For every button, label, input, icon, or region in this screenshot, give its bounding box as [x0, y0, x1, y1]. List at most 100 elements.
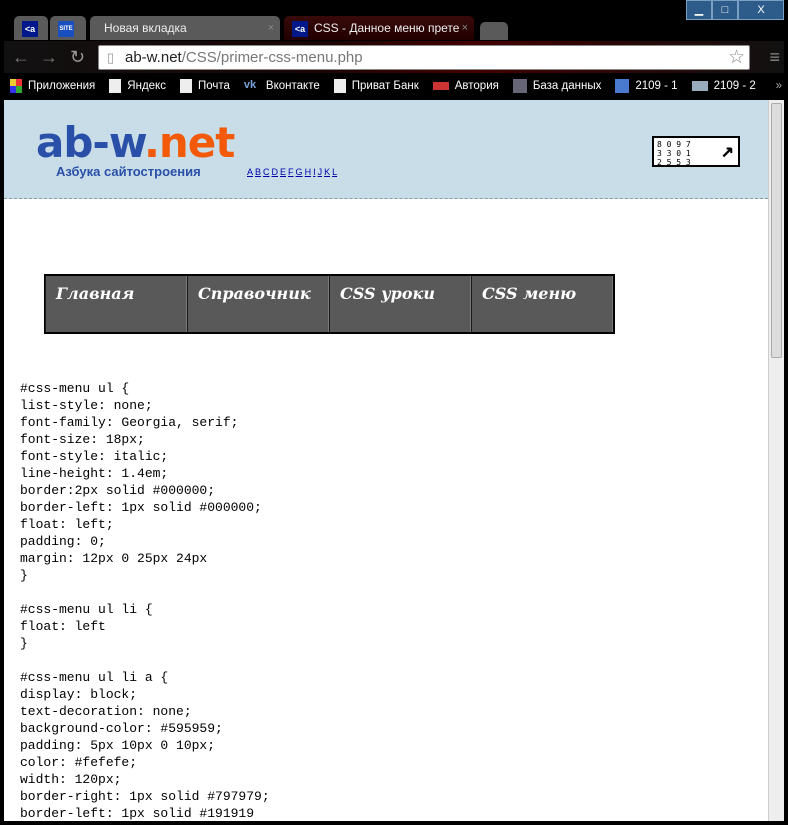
bookmark-label: Почта — [197, 80, 230, 92]
bookmark-database[interactable]: База данных — [512, 79, 602, 93]
code-line: } — [20, 636, 28, 651]
site-tagline: Азбука сайтостроения — [56, 164, 201, 179]
maximize-button[interactable]: □ — [712, 0, 738, 20]
back-icon[interactable]: ← — [12, 47, 30, 68]
code-line: font-family: Georgia, serif; — [20, 415, 239, 430]
forward-icon[interactable]: → — [40, 47, 58, 68]
code-line: float: left; — [20, 517, 114, 532]
bookmark-yandex[interactable]: Яндекс — [109, 79, 166, 93]
code-line: font-size: 18px; — [20, 432, 145, 447]
apps-grid-icon — [10, 79, 22, 93]
car-icon — [691, 81, 708, 91]
tab-css-menu[interactable]: <a CSS - Данное меню прете × — [284, 16, 474, 40]
bookmark-label: Приват Банк — [351, 80, 419, 92]
code-line: border-right: 1px solid #797979; — [20, 789, 270, 804]
alpha-link[interactable]: C — [263, 167, 270, 177]
bookmark-label: 2109 - 2 — [713, 80, 756, 92]
menu-icon[interactable]: ≡ — [769, 47, 780, 68]
bookmark-vkontakte[interactable]: vk Вконтакте — [244, 79, 320, 93]
code-line: padding: 5px 10px 0 10px; — [20, 738, 216, 753]
tab-title: Новая вкладка — [104, 21, 187, 35]
code-line: line-height: 1.4em; — [20, 466, 169, 481]
bookmark-label: Яндекс — [127, 80, 166, 92]
tab-pinned-abw[interactable]: <a — [14, 16, 48, 40]
bookmark-avtoria[interactable]: Автория — [432, 80, 499, 92]
bookmark-apps[interactable]: Приложения — [10, 79, 95, 93]
menu-item-reference[interactable]: Справочник — [187, 276, 329, 332]
site-favicon-icon: SITE — [58, 20, 74, 37]
alpha-link[interactable]: F — [288, 167, 294, 177]
code-line: #css-menu ul li { — [20, 602, 153, 617]
tab-close-icon[interactable]: × — [462, 16, 468, 40]
bookmarks-overflow[interactable]: » — [776, 80, 782, 92]
alpha-link[interactable]: L — [332, 167, 337, 177]
bookmark-label: Приложения — [28, 80, 96, 92]
vertical-scrollbar[interactable] — [768, 100, 784, 821]
bookmark-pochta[interactable]: Почта — [179, 79, 230, 93]
site-logo[interactable]: ab-w.net — [36, 118, 235, 167]
alphabet-nav: ABCDEFGHIJKL — [247, 167, 337, 177]
vk-icon: vk — [243, 79, 257, 91]
bookmark-label: 2109 - 1 — [635, 80, 678, 92]
reload-icon[interactable]: ↻ — [70, 47, 85, 68]
css-menu: Главная Справочник CSS уроки CSS меню — [44, 274, 615, 334]
browser-toolbar: ← → ↻ ▯ ab-w.net/CSS/primer-css-menu.php… — [4, 41, 784, 73]
car-icon — [432, 82, 449, 90]
site-header: ab-w.net Азбука сайтостроения ABCDEFGHIJ… — [4, 100, 768, 199]
close-window-button[interactable]: X — [738, 0, 784, 20]
alpha-link[interactable]: J — [318, 167, 323, 177]
bookmark-2109-1[interactable]: 2109 - 1 — [615, 79, 678, 93]
arrow-icon: ↗ — [720, 138, 734, 163]
bookmark-label: Вконтакте — [265, 80, 320, 92]
abw-favicon-icon: <a — [292, 20, 308, 37]
alpha-link[interactable]: K — [324, 167, 330, 177]
code-line: font-style: italic; — [20, 449, 169, 464]
code-line: border-left: 1px solid #191919 — [20, 806, 255, 821]
code-line: #css-menu ul { — [20, 381, 130, 396]
address-bar[interactable]: ▯ ab-w.net/CSS/primer-css-menu.php ☆ — [98, 45, 750, 70]
page-icon — [179, 79, 192, 93]
code-line: background-color: #595959; — [20, 721, 223, 736]
abw-favicon-icon: <a — [22, 20, 38, 37]
page-icon — [109, 79, 122, 93]
bookmark-label: Автория — [454, 80, 499, 92]
minimize-button[interactable]: ▁ — [686, 0, 712, 20]
window-controls: ▁ □ X — [686, 0, 784, 20]
tab-close-icon[interactable]: × — [268, 16, 274, 40]
code-line: #css-menu ul li a { — [20, 670, 169, 685]
alpha-link[interactable]: I — [313, 167, 316, 177]
alpha-link[interactable]: D — [272, 167, 279, 177]
alpha-link[interactable]: B — [255, 167, 261, 177]
code-line: border:2px solid #000000; — [20, 483, 216, 498]
code-line: padding: 0; — [20, 534, 106, 549]
code-line: list-style: none; — [20, 398, 153, 413]
alpha-link[interactable]: G — [296, 167, 303, 177]
code-line: border-left: 1px solid #000000; — [20, 500, 262, 515]
css-code-block: #css-menu ul { list-style: none; font-fami… — [20, 380, 270, 821]
code-line: } — [20, 568, 28, 583]
bookmark-2109-2[interactable]: 2109 - 2 — [691, 80, 756, 92]
bookmark-star-icon[interactable]: ☆ — [728, 46, 745, 69]
page-content: ab-w.net Азбука сайтостроения ABCDEFGHIJ… — [4, 100, 768, 821]
database-icon — [512, 79, 527, 93]
tab-title: CSS - Данное меню прете — [314, 21, 460, 35]
visit-counter[interactable]: 8 0 9 7 3 3 0 1 2 5 5 3 ↗ — [652, 136, 740, 167]
bookmark-privat[interactable]: Приват Банк — [333, 79, 419, 93]
code-line: float: left — [20, 619, 106, 634]
menu-item-css-lessons[interactable]: CSS уроки — [329, 276, 471, 332]
tab-pinned-site[interactable]: SITE — [50, 16, 86, 40]
menu-item-home[interactable]: Главная — [45, 276, 187, 332]
alpha-link[interactable]: A — [247, 167, 253, 177]
alpha-link[interactable]: E — [280, 167, 286, 177]
code-line: color: #fefefe; — [20, 755, 138, 770]
new-tab-button[interactable] — [480, 22, 508, 40]
scrollbar-thumb[interactable] — [771, 103, 782, 358]
code-line: margin: 12px 0 25px 24px — [20, 551, 208, 566]
alpha-link[interactable]: H — [305, 167, 312, 177]
bookmark-label: База данных — [532, 80, 602, 92]
menu-item-css-menu[interactable]: CSS меню — [471, 276, 613, 332]
code-line: width: 120px; — [20, 772, 122, 787]
tab-new-tab[interactable]: Новая вкладка × — [90, 16, 280, 40]
